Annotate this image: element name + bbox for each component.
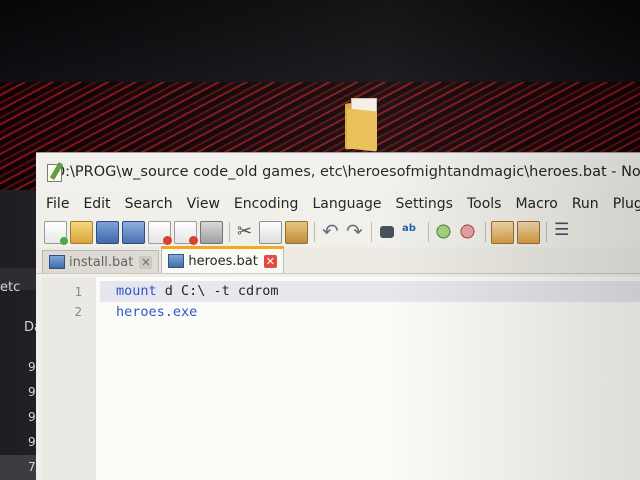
line-number: 2	[74, 304, 82, 319]
menu-plugins[interactable]: Plug	[613, 196, 640, 212]
menu-bar: File Edit Search View Encoding Language …	[36, 191, 640, 217]
close-all-icon[interactable]	[174, 220, 198, 245]
saved-file-icon	[49, 255, 65, 269]
sync-horizontal-icon[interactable]	[517, 220, 540, 244]
replace-icon[interactable]	[401, 222, 422, 243]
print-icon[interactable]	[200, 220, 223, 244]
menu-search[interactable]: Search	[125, 196, 173, 212]
menu-view[interactable]: View	[187, 196, 220, 212]
zoom-out-icon[interactable]	[458, 221, 479, 243]
toolbar	[36, 217, 640, 247]
code-keyword: mount	[116, 283, 157, 299]
monitor-screen: etc Da 9/ 9/ 9/ 9/ 7/ D:\PROG\w_source c…	[0, 0, 640, 480]
close-tab-icon[interactable]: ✕	[139, 255, 153, 269]
menu-tools[interactable]: Tools	[467, 196, 502, 212]
toolbar-separator	[229, 222, 230, 242]
copy-icon[interactable]	[259, 220, 282, 244]
tab-label: install.bat	[69, 254, 134, 270]
tab-bar: install.bat ✕ heroes.bat ✕	[36, 246, 640, 274]
code-text: heroes.exe	[116, 304, 198, 320]
tab-heroes-bat[interactable]: heroes.bat ✕	[161, 246, 284, 273]
menu-language[interactable]: Language	[312, 196, 381, 212]
toolbar-separator	[546, 222, 547, 242]
open-file-icon[interactable]	[70, 220, 93, 244]
new-file-icon[interactable]	[44, 220, 68, 245]
tab-install-bat[interactable]: install.bat ✕	[42, 250, 160, 273]
monitor-bezel	[0, 0, 640, 82]
zoom-in-icon[interactable]	[434, 221, 455, 243]
cut-icon[interactable]	[235, 221, 256, 243]
saved-file-icon	[168, 254, 185, 268]
word-wrap-icon[interactable]	[552, 220, 573, 243]
toolbar-separator	[428, 222, 429, 242]
line-number: 1	[74, 284, 82, 299]
menu-run[interactable]: Run	[572, 196, 599, 212]
folder-front	[347, 108, 377, 152]
notepad-window: D:\PROG\w_source code_old games, etc\her…	[36, 152, 640, 480]
redo-icon[interactable]	[344, 219, 365, 243]
code-text: d C:\ -t cdrom	[156, 283, 279, 299]
find-icon[interactable]	[377, 222, 398, 243]
close-file-icon[interactable]	[148, 220, 172, 245]
save-icon[interactable]	[96, 220, 119, 244]
text-editor[interactable]: 1 2 mount d C:\ -t cdrom heroes.exe	[42, 277, 640, 480]
explorer-date-cell[interactable]: 7/	[0, 455, 40, 480]
code-line[interactable]: heroes.exe	[116, 302, 197, 323]
explorer-folder-label: etc	[0, 280, 21, 295]
line-number-gutter: 1 2	[42, 277, 96, 480]
tab-label: heroes.bat	[188, 253, 258, 269]
undo-icon[interactable]	[320, 219, 341, 243]
window-title: D:\PROG\w_source code_old games, etc\her…	[54, 164, 640, 180]
code-line-current[interactable]: mount d C:\ -t cdrom	[100, 281, 640, 302]
paste-icon[interactable]	[285, 220, 308, 244]
save-all-icon[interactable]	[122, 220, 145, 244]
sync-vertical-icon[interactable]	[491, 220, 514, 244]
menu-file[interactable]: File	[46, 196, 69, 212]
title-bar[interactable]: D:\PROG\w_source code_old games, etc\her…	[36, 153, 640, 191]
menu-macro[interactable]: Macro	[515, 196, 557, 212]
menu-encoding[interactable]: Encoding	[234, 196, 299, 212]
toolbar-separator	[371, 222, 372, 242]
desktop-folder-icon[interactable]	[345, 98, 379, 152]
menu-edit[interactable]: Edit	[83, 196, 110, 212]
toolbar-separator	[485, 222, 486, 242]
menu-settings[interactable]: Settings	[396, 196, 453, 212]
close-tab-icon[interactable]: ✕	[263, 254, 277, 268]
toolbar-separator	[314, 222, 315, 242]
